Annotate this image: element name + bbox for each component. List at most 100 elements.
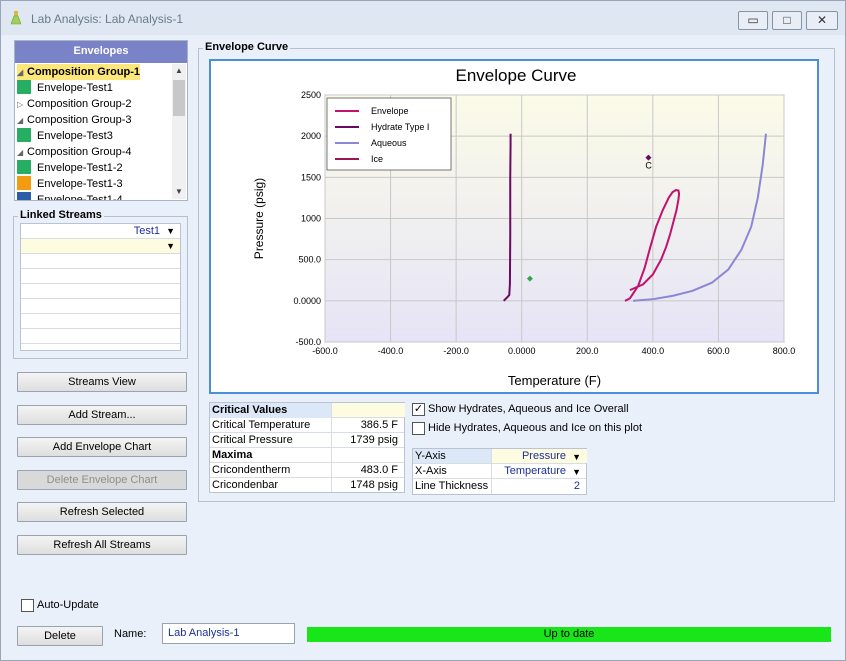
scroll-up-icon[interactable]: ▲ <box>172 64 186 78</box>
tree-item-label: Composition Group-4 <box>27 146 132 158</box>
legend-label: Aqueous <box>371 138 407 148</box>
marker-label: C <box>645 161 652 171</box>
flask-icon <box>11 11 21 25</box>
close-icon: ✕ <box>816 13 828 27</box>
expanded-arrow-icon[interactable]: ◢ <box>17 65 27 81</box>
color-swatch-icon <box>17 192 31 200</box>
delete-envelope-chart-button[interactable]: Delete Envelope Chart <box>17 470 187 490</box>
tree-envelope-item[interactable]: Envelope-Test1 <box>17 80 113 96</box>
y-axis-row[interactable]: Y-Axis Pressure ▼ <box>413 449 587 465</box>
grid-divider <box>331 403 332 492</box>
y-tick-label: 2500 <box>301 90 321 100</box>
x-axis-row[interactable]: X-Axis Temperature ▼ <box>413 464 586 479</box>
name-label: Name: <box>114 628 147 640</box>
tree-item-label: Composition Group-2 <box>27 98 132 110</box>
critical-pressure-row: Critical Pressure 1739 psig <box>210 433 404 448</box>
linked-stream-empty-row <box>21 314 180 329</box>
y-tick-label: 1000 <box>301 214 321 224</box>
linked-stream-empty-row <box>21 269 180 284</box>
envelopes-panel: Envelopes ◢ Composition Group-1 Envelope-T… <box>14 40 188 201</box>
minimize-icon: ▭ <box>747 13 759 27</box>
color-swatch-icon <box>17 176 31 190</box>
tree-envelope-item[interactable]: Envelope-Test1-2 <box>17 160 123 176</box>
scroll-thumb[interactable] <box>173 80 185 116</box>
title-bar[interactable]: Lab Analysis: Lab Analysis-1 ▭ □ ✕ <box>1 1 845 35</box>
line-thickness-row[interactable]: Line Thickness 2 <box>413 479 586 494</box>
chevron-down-icon[interactable]: ▼ <box>572 465 581 480</box>
add-stream-button[interactable]: Add Stream... <box>17 405 187 425</box>
auto-update-checkbox[interactable] <box>21 599 34 612</box>
x-tick-label: 200.0 <box>576 346 599 356</box>
show-hydrates-checkbox[interactable]: ✓ <box>412 403 425 416</box>
critical-pressure-value: 1739 psig <box>350 434 398 446</box>
refresh-selected-button[interactable]: Refresh Selected <box>17 502 187 522</box>
tree-group-item[interactable]: ◢ Composition Group-4 <box>17 144 132 160</box>
critical-values-header-cell <box>331 403 405 417</box>
linked-stream-empty-row <box>21 284 180 299</box>
minimize-button[interactable]: ▭ <box>738 11 768 30</box>
grid-divider <box>491 449 492 494</box>
tree-item-label: Envelope-Test1-4 <box>37 194 123 200</box>
maxima-header: Maxima <box>212 449 253 461</box>
tree-envelope-item[interactable]: Envelope-Test1-3 <box>17 176 123 192</box>
maximize-button[interactable]: □ <box>772 11 802 30</box>
critical-values-header-row: Critical Values <box>210 403 405 418</box>
color-swatch-icon <box>17 80 31 94</box>
tree-group-item[interactable]: ▷ Composition Group-2 <box>17 96 132 112</box>
y-tick-label: 1500 <box>301 172 321 182</box>
linked-streams-group: Linked Streams Test1 ▼ ▼ <box>13 209 188 359</box>
refresh-all-streams-button[interactable]: Refresh All Streams <box>17 535 187 555</box>
linked-stream-empty-row <box>21 329 180 344</box>
legend-label: Envelope <box>371 106 409 116</box>
linked-stream-row[interactable]: Test1 ▼ <box>21 224 180 239</box>
envelope-chart[interactable]: Envelope Curve -600.0 -400.0 -200.0 0.0000 20… <box>209 59 819 394</box>
name-input[interactable]: Lab Analysis-1 <box>162 623 295 644</box>
envelopes-scrollbar[interactable]: ▲ ▼ <box>172 64 186 199</box>
hide-hydrates-checkbox[interactable] <box>412 422 425 435</box>
tree-envelope-item[interactable]: Envelope-Test3 <box>17 128 113 144</box>
tree-group-item[interactable]: ◢ Composition Group-3 <box>17 112 132 128</box>
cricondenbar-value: 1748 psig <box>350 479 398 491</box>
auto-update-label: Auto-Update <box>37 599 99 611</box>
x-axis-value: Temperature <box>504 465 566 477</box>
hide-hydrates-label: Hide Hydrates, Aqueous and Ice on this p… <box>428 422 643 434</box>
linked-stream-row[interactable]: ▼ <box>21 239 180 254</box>
maximize-icon: □ <box>783 13 791 27</box>
expanded-arrow-icon[interactable]: ◢ <box>17 113 27 129</box>
collapsed-arrow-icon[interactable]: ▷ <box>17 97 27 113</box>
y-axis-label: Y-Axis <box>413 449 491 463</box>
scroll-down-icon[interactable]: ▼ <box>172 185 186 199</box>
critical-values-grid: Critical Values Critical Temperature 386… <box>209 402 405 493</box>
x-axis-label: X-Axis <box>415 465 447 477</box>
x-axis-title: Temperature (F) <box>508 373 601 388</box>
critical-temperature-value: 386.5 F <box>360 419 398 431</box>
expanded-arrow-icon[interactable]: ◢ <box>17 145 27 161</box>
envelopes-tree[interactable]: ◢ Composition Group-1 Envelope-Test1 ▷ Compo… <box>15 64 173 200</box>
chevron-down-icon[interactable]: ▼ <box>166 241 175 251</box>
tree-item-label: Envelope-Test3 <box>37 130 113 142</box>
tree-group-item[interactable]: ◢ Composition Group-1 <box>17 64 141 81</box>
chevron-down-icon[interactable]: ▼ <box>166 226 175 236</box>
cricondentherm-label: Cricondentherm <box>212 464 291 476</box>
y-axis-value: Pressure <box>521 450 566 462</box>
streams-view-button[interactable]: Streams View <box>17 372 187 392</box>
tree-item-label: Envelope-Test1 <box>37 82 113 94</box>
add-envelope-chart-button[interactable]: Add Envelope Chart <box>17 437 187 457</box>
x-tick-label: -400.0 <box>378 346 404 356</box>
tree-envelope-item[interactable]: Envelope-Test1-4 <box>17 192 123 200</box>
close-button[interactable]: ✕ <box>806 11 838 30</box>
delete-button[interactable]: Delete <box>17 626 103 646</box>
linked-stream-empty-row <box>21 254 180 269</box>
cricondenbar-row: Cricondenbar 1748 psig <box>210 478 404 493</box>
tree-item-label: Composition Group-1 <box>27 66 141 78</box>
x-tick-label: 800.0 <box>773 346 796 356</box>
line-thickness-label: Line Thickness <box>415 480 489 492</box>
checkmark-icon: ✓ <box>413 403 424 415</box>
cricondentherm-row: Cricondentherm 483.0 F <box>210 463 404 478</box>
linked-stream-empty-row <box>21 299 180 314</box>
show-hydrates-label: Show Hydrates, Aqueous and Ice Overall <box>428 403 629 415</box>
line-thickness-value[interactable]: 2 <box>574 479 580 494</box>
legend-label: Ice <box>371 154 383 164</box>
chart-title: Envelope Curve <box>456 66 577 85</box>
chevron-down-icon[interactable]: ▼ <box>572 450 581 465</box>
